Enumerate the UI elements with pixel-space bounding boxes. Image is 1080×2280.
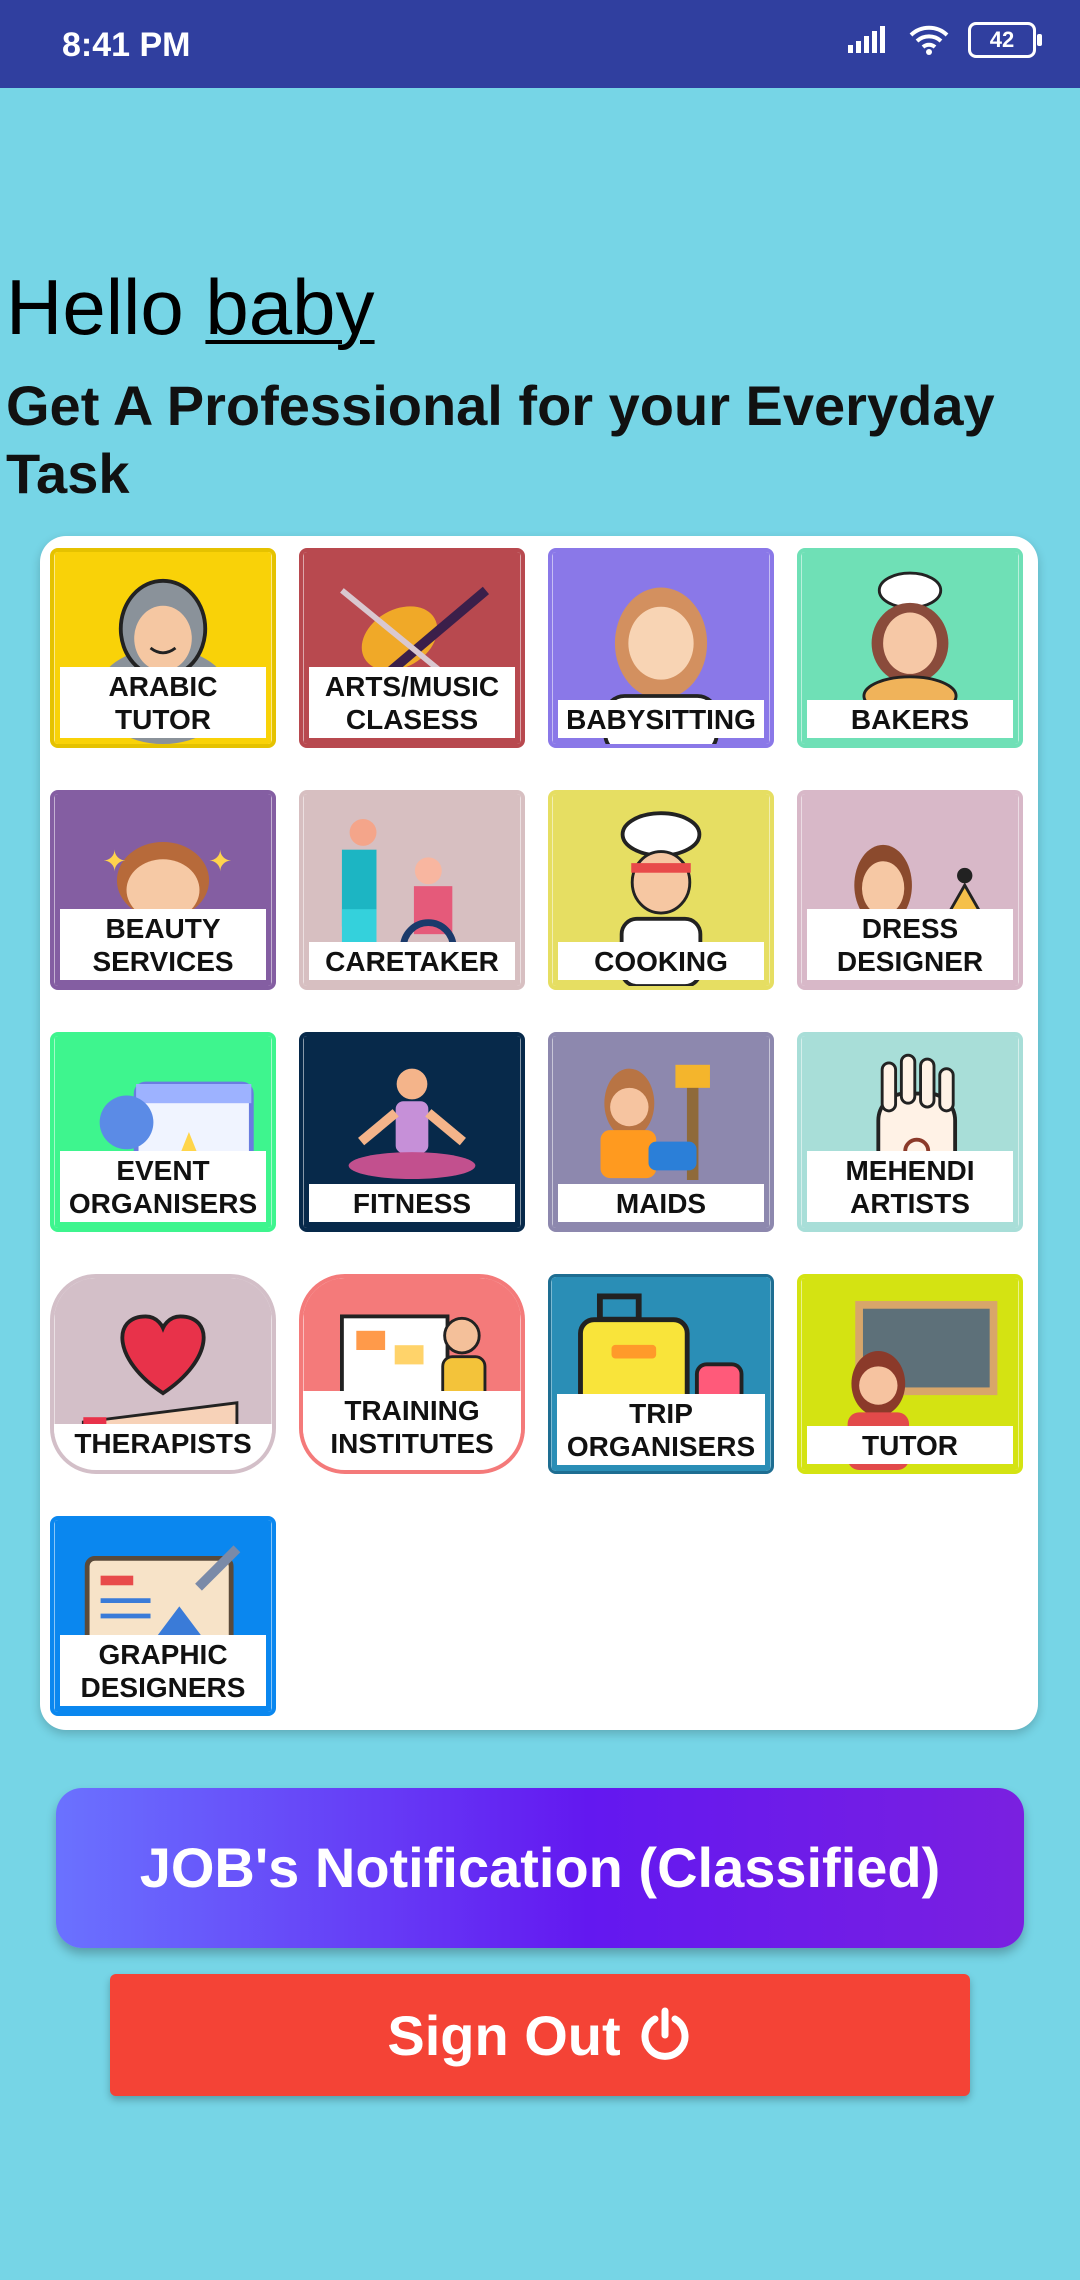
svg-text:✦: ✦ [208,846,232,878]
category-label: BAKERS [807,700,1013,738]
category-arabic-tutor[interactable]: ARABIC TUTOR [50,548,276,748]
category-dress-designer[interactable]: DRESS DESIGNER [797,790,1023,990]
category-label: FITNESS [309,1184,515,1222]
category-label: TRIP ORGANISERS [557,1394,765,1465]
page-subtitle: Get A Professional for your Everyday Tas… [6,374,995,505]
greeting-hello: Hello [6,263,184,351]
category-graphic-designers[interactable]: GRAPHIC DESIGNERS [50,1516,276,1716]
category-label: MAIDS [558,1184,764,1222]
category-tutor[interactable]: TUTOR [797,1274,1023,1474]
wifi-icon [909,25,949,55]
category-label: BEAUTY SERVICES [60,909,266,980]
category-fitness[interactable]: FITNESS [299,1032,525,1232]
category-label: TRAINING INSTITUTES [303,1391,521,1470]
battery-level: 42 [989,27,1015,52]
category-training-institutes[interactable]: TRAINING INSTITUTES [299,1274,525,1474]
category-babysitting[interactable]: BABYSITTING [548,548,774,748]
category-grid: ARABIC TUTOR ARTS/MUSIC CLASESS BABYSITT… [40,536,1038,1730]
category-label: BABYSITTING [558,700,764,738]
category-label: MEHENDI ARTISTS [807,1151,1013,1222]
status-icons: 42 [846,22,1042,58]
category-therapists[interactable]: THERAPISTS [50,1274,276,1474]
category-arts-music[interactable]: ARTS/MUSIC CLASESS [299,548,525,748]
power-icon [641,2007,689,2060]
category-label: THERAPISTS [54,1424,272,1470]
status-bar: 8:41 PM 42 [0,0,1080,88]
category-label: ARABIC TUTOR [60,667,266,738]
category-maids[interactable]: MAIDS [548,1032,774,1232]
category-label: ARTS/MUSIC CLASESS [309,667,515,738]
category-beauty-services[interactable]: ✦ ✦ BEAUTY SERVICES [50,790,276,990]
svg-text:✦: ✦ [103,846,127,878]
sign-out-button[interactable]: Sign Out [110,1974,970,2096]
category-bakers[interactable]: BAKERS [797,548,1023,748]
category-event-organisers[interactable]: EVENT ORGANISERS [50,1032,276,1232]
category-label: EVENT ORGANISERS [60,1151,266,1222]
category-label: GRAPHIC DESIGNERS [60,1635,266,1706]
greeting: Hello baby [6,262,375,353]
battery-icon: 42 [968,22,1042,58]
category-label: COOKING [558,942,764,980]
category-label: CARETAKER [309,942,515,980]
signal-icon [848,26,885,53]
category-mehendi-artists[interactable]: MEHENDI ARTISTS [797,1032,1023,1232]
category-label: DRESS DESIGNER [807,909,1013,980]
status-time: 8:41 PM [62,26,191,64]
category-cooking[interactable]: COOKING [548,790,774,990]
category-label: TUTOR [807,1426,1013,1464]
sign-out-label: Sign Out [387,2003,621,2067]
category-trip-organisers[interactable]: TRIP ORGANISERS [548,1274,774,1474]
category-caretaker[interactable]: CARETAKER [299,790,525,990]
jobs-notification-button[interactable]: JOB's Notification (Classified) [56,1788,1024,1948]
greeting-username[interactable]: baby [205,263,374,351]
